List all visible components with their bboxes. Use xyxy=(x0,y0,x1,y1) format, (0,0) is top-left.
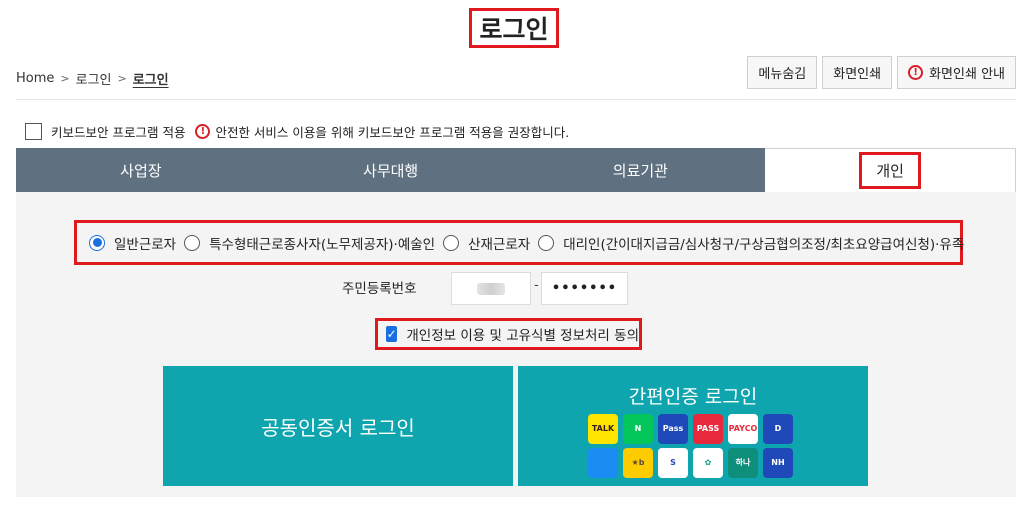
radio-label: 특수형태근로종사자(노무제공자)·예술인 xyxy=(209,236,436,253)
consent-label: 개인정보 이용 및 고유식별 정보처리 동의 xyxy=(406,328,639,344)
keyboard-security-notice: 안전한 서비스 이용을 위해 키보드보안 프로그램 적용을 권장합니다. xyxy=(215,125,570,140)
toss-icon[interactable] xyxy=(588,448,618,478)
alert-icon: ! xyxy=(908,65,924,80)
radio-button[interactable] xyxy=(538,234,555,251)
keyboard-security-row: 키보드보안 프로그램 적용 ! 안전한 서비스 이용을 위해 키보드보안 프로그… xyxy=(25,122,569,141)
banksalad-icon[interactable]: ✿ xyxy=(693,448,723,478)
consent-row: ✓ 개인정보 이용 및 고유식별 정보처리 동의 xyxy=(375,318,642,350)
hana-icon[interactable]: 하나 xyxy=(728,448,758,478)
provider-icon-grid: TALK N Pass PASS PAYCO D ★b S ✿ 하나 NH xyxy=(588,414,794,478)
kb-icon[interactable]: ★b xyxy=(623,448,653,478)
keyboard-security-label: 키보드보안 프로그램 적용 xyxy=(51,125,186,140)
tab-medical[interactable]: 의료기관 xyxy=(515,148,766,192)
breadcrumb-current[interactable]: 로그인 xyxy=(133,69,169,88)
rrn-back-input[interactable]: ••••••• xyxy=(541,272,628,305)
rrn-front-input[interactable] xyxy=(451,272,531,305)
radio-special-worker[interactable]: 특수형태근로종사자(노무제공자)·예술인 xyxy=(184,233,435,253)
alert-icon: ! xyxy=(195,124,211,139)
print-guide-button[interactable]: ! 화면인쇄 안내 xyxy=(897,56,1016,89)
radio-label: 대리인(간이대지급금/심사청구/구상금협의조정/최초요양급여신청)·유족 xyxy=(563,236,965,253)
breadcrumb-home[interactable]: Home xyxy=(16,71,54,86)
tab-workplace[interactable]: 사업장 xyxy=(16,148,266,192)
tab-personal-label: 개인 xyxy=(859,152,921,189)
simple-auth-login-button[interactable]: 간편인증 로그인 TALK N Pass PASS PAYCO D ★b S ✿ 하나 NH xyxy=(518,366,868,486)
nh-icon[interactable]: NH xyxy=(763,448,793,478)
radio-label: 일반근로자 xyxy=(114,236,177,253)
pass-icon[interactable]: PASS xyxy=(693,414,723,444)
consent-checkbox[interactable]: ✓ xyxy=(386,326,398,342)
page-title-highlight: 로그인 xyxy=(469,8,559,48)
dream-icon[interactable]: D xyxy=(763,414,793,444)
keyboard-security-checkbox[interactable] xyxy=(25,123,42,140)
radio-agent[interactable]: 대리인(간이대지급금/심사청구/구상금협의조정/최초요양급여신청)·유족 xyxy=(538,233,964,253)
naver-icon[interactable]: N xyxy=(623,414,653,444)
radio-general-worker[interactable]: 일반근로자 xyxy=(89,233,176,253)
print-guide-label: 화면인쇄 안내 xyxy=(929,67,1005,82)
radio-button[interactable] xyxy=(443,234,460,251)
tab-agency[interactable]: 사무대행 xyxy=(265,148,516,192)
simple-auth-title: 간편인증 로그인 xyxy=(628,386,758,408)
tab-personal[interactable]: 개인 xyxy=(765,148,1016,192)
divider xyxy=(16,99,1016,100)
user-type-radio-group: 일반근로자 특수형태근로종사자(노무제공자)·예술인 산재근로자 대리인(간이대… xyxy=(74,220,964,265)
payco-icon[interactable]: PAYCO xyxy=(728,414,758,444)
radio-label: 산재근로자 xyxy=(468,236,531,253)
rrn-separator: - xyxy=(534,278,539,293)
print-button[interactable]: 화면인쇄 xyxy=(822,56,893,89)
breadcrumb: Home > 로그인 > 로그인 xyxy=(16,69,169,88)
certificate-login-button[interactable]: 공동인증서 로그인 xyxy=(163,366,513,486)
kakao-icon[interactable]: TALK xyxy=(588,414,618,444)
login-panel: 일반근로자 특수형태근로종사자(노무제공자)·예술인 산재근로자 대리인(간이대… xyxy=(16,192,1016,497)
login-type-tabs: 사업장 사무대행 의료기관 개인 xyxy=(16,148,1016,192)
radio-injured-worker[interactable]: 산재근로자 xyxy=(443,233,530,253)
chevron-right-icon: > xyxy=(117,72,127,85)
rrn-label: 주민등록번호 xyxy=(342,281,417,297)
hide-menu-button[interactable]: 메뉴숨김 xyxy=(747,56,818,89)
page-title: 로그인 xyxy=(479,15,549,44)
shinhan-icon[interactable]: S xyxy=(658,448,688,478)
breadcrumb-level1[interactable]: 로그인 xyxy=(76,69,112,88)
samsung-pass-icon[interactable]: Pass xyxy=(658,414,688,444)
masked-value xyxy=(477,282,505,295)
radio-button[interactable] xyxy=(184,234,201,251)
radio-button[interactable] xyxy=(89,234,105,251)
top-button-group: 메뉴숨김 화면인쇄 ! 화면인쇄 안내 xyxy=(747,56,1016,89)
chevron-right-icon: > xyxy=(60,72,70,85)
